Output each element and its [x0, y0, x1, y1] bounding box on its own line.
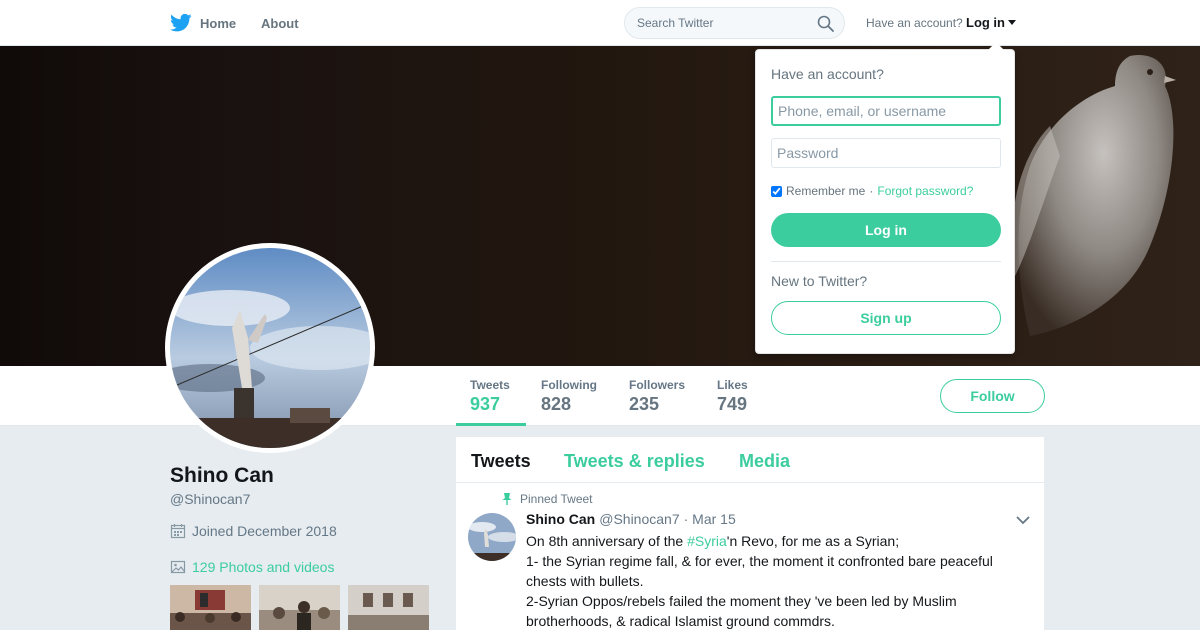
stat-followers[interactable]: Followers 235	[615, 378, 699, 426]
stat-tweets[interactable]: Tweets 937	[456, 378, 526, 426]
joined-date-label: Joined December 2018	[192, 523, 337, 539]
hashtag-link[interactable]: #Syria	[687, 533, 727, 549]
login-link-label: Log in	[966, 15, 1005, 30]
pin-icon	[502, 493, 512, 505]
dropdown-title: Have an account?	[771, 66, 884, 82]
tweet-line: 1- the Syrian regime fall, & for ever, t…	[526, 553, 993, 589]
profile-handle[interactable]: @Shinocan7	[170, 491, 250, 507]
tweet-avatar-image	[468, 513, 516, 561]
timeline: Tweets Tweets & replies Media Pinned Twe…	[456, 437, 1044, 630]
have-account-text: Have an account?	[866, 16, 963, 30]
tweet-line: On 8th anniversary of the #Syria'n Revo,…	[526, 531, 1026, 551]
stat-following[interactable]: Following 828	[527, 378, 611, 426]
caret-down-icon	[1008, 19, 1016, 25]
calendar-icon	[170, 524, 186, 539]
remember-me-row: Remember me · Forgot password?	[771, 184, 973, 198]
separator-dot: ·	[869, 184, 874, 198]
pinned-tweet-header: Pinned Tweet	[502, 492, 593, 506]
timeline-tabs: Tweets Tweets & replies Media	[456, 437, 1044, 483]
media-thumbnail[interactable]	[259, 585, 340, 630]
tab-tweets[interactable]: Tweets	[471, 451, 531, 472]
remember-me-label[interactable]: Remember me	[786, 184, 865, 198]
tweet-text-segment: On 8th anniversary of the	[526, 533, 688, 549]
dove-banner-image	[1011, 55, 1176, 337]
tab-media[interactable]: Media	[739, 451, 790, 472]
stat-followers-label: Followers	[629, 378, 686, 392]
avatar-image	[170, 248, 370, 448]
dropdown-divider	[771, 261, 1001, 262]
nav-home-link[interactable]: Home	[170, 13, 236, 33]
forgot-password-link[interactable]: Forgot password?	[877, 184, 973, 198]
thumbnail-image	[259, 585, 340, 630]
stat-followers-value: 235	[629, 394, 660, 414]
photos-videos-link[interactable]: 129 Photos and videos	[170, 559, 334, 575]
profile-name[interactable]: Shino Can	[170, 464, 274, 488]
pinned-tweet-label: Pinned Tweet	[520, 492, 593, 506]
stat-tweets-label: Tweets	[470, 378, 510, 392]
new-to-twitter-text: New to Twitter?	[771, 273, 868, 289]
stat-likes[interactable]: Likes 749	[703, 378, 762, 426]
nav-about-link[interactable]: About	[261, 16, 299, 31]
tweet-author-name[interactable]: Shino Can	[526, 511, 595, 527]
search-input[interactable]	[637, 16, 807, 30]
joined-date: Joined December 2018	[170, 523, 337, 539]
tweet-author-handle[interactable]: @Shinocan7	[599, 511, 679, 527]
tweet-header: Shino Can @Shinocan7 · Mar 15	[526, 511, 736, 527]
top-nav: Home About Have an account? Log in	[0, 0, 1200, 46]
chevron-down-icon[interactable]	[1016, 515, 1030, 525]
thumbnail-image	[348, 585, 429, 630]
follow-button[interactable]: Follow	[940, 379, 1045, 413]
password-field[interactable]	[771, 138, 1001, 168]
tweet-line: 2-Syrian Oppos/rebels failed the moment …	[526, 593, 957, 629]
media-thumbnail[interactable]	[170, 585, 251, 630]
signup-button[interactable]: Sign up	[771, 301, 1001, 335]
tab-tweets-replies[interactable]: Tweets & replies	[564, 451, 705, 472]
twitter-bird-icon	[170, 13, 192, 32]
stat-tweets-value: 937	[470, 394, 501, 414]
nav-home-label: Home	[200, 15, 237, 31]
login-button[interactable]: Log in	[771, 213, 1001, 247]
login-dropdown-toggle[interactable]: Log in	[966, 15, 1016, 30]
thumbnail-image	[170, 585, 251, 630]
stat-likes-label: Likes	[717, 378, 748, 392]
media-thumbnail[interactable]	[348, 585, 429, 630]
profile-avatar[interactable]	[165, 243, 375, 453]
search-icon[interactable]	[817, 15, 834, 32]
stat-following-value: 828	[541, 394, 572, 414]
dropdown-caret	[988, 42, 1004, 50]
photos-videos-label: 129 Photos and videos	[192, 559, 335, 575]
tweet-avatar[interactable]	[468, 513, 516, 561]
username-field[interactable]	[771, 96, 1001, 126]
remember-me-checkbox[interactable]	[771, 185, 782, 197]
search-box[interactable]	[624, 7, 845, 39]
tweet-text-segment: 'n Revo, for me as a Syrian;	[726, 533, 900, 549]
tweet-text: On 8th anniversary of the #Syria'n Revo,…	[526, 531, 1026, 630]
photo-icon	[170, 560, 186, 574]
tweet-date[interactable]: · Mar 15	[684, 511, 736, 527]
login-dropdown: Have an account? Remember me · Forgot pa…	[755, 49, 1015, 354]
stat-following-label: Following	[541, 378, 597, 392]
stat-likes-value: 749	[717, 394, 748, 414]
